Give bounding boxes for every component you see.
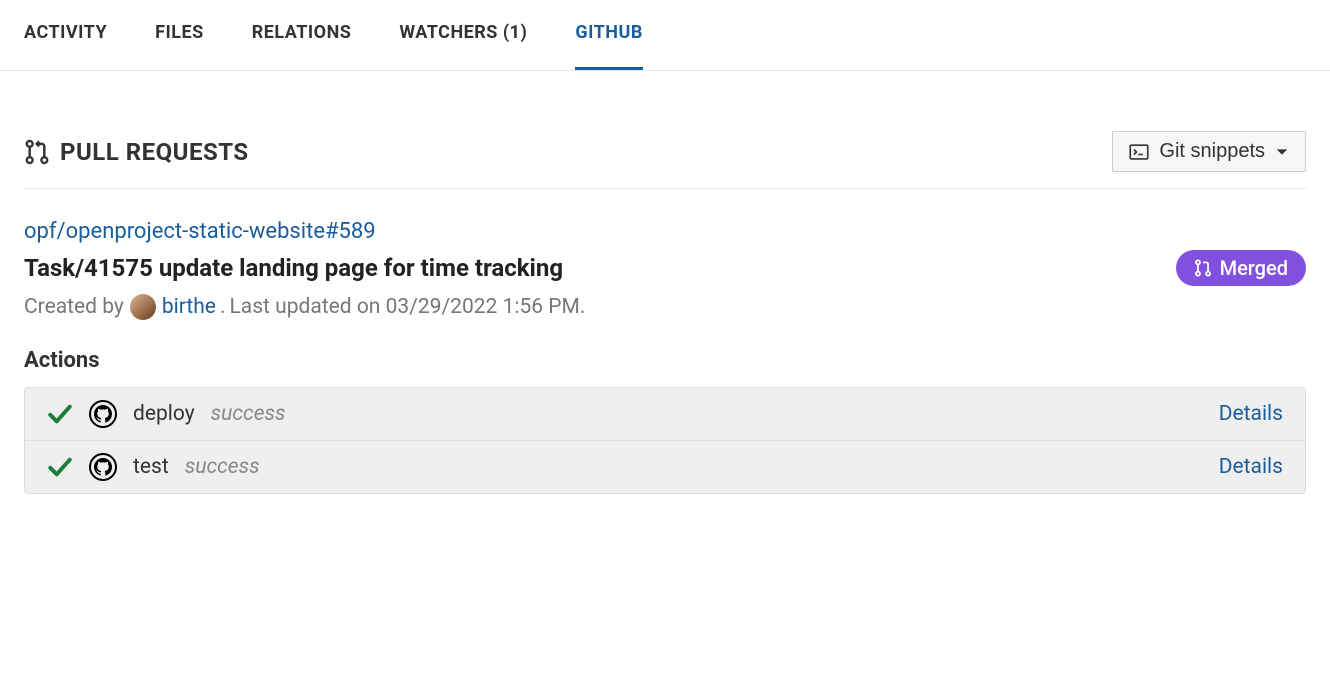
created-by-prefix: Created by (24, 295, 124, 319)
action-name: deploy (133, 402, 195, 426)
tab-activity[interactable]: ACTIVITY (24, 0, 107, 70)
action-details-link[interactable]: Details (1219, 402, 1283, 426)
pr-status-label: Merged (1220, 256, 1288, 280)
git-snippets-button[interactable]: Git snippets (1112, 131, 1306, 172)
check-icon (47, 454, 73, 480)
author-suffix: . (220, 295, 226, 319)
pull-request-block: opf/openproject-static-website#589 Task/… (24, 219, 1306, 494)
section-header: PULL REQUESTS Git snippets (24, 131, 1306, 189)
tab-watchers[interactable]: WATCHERS (1) (399, 0, 527, 70)
action-details-link[interactable]: Details (1219, 455, 1283, 479)
terminal-icon (1129, 142, 1149, 162)
pr-meta: Created by birthe. Last updated on 03/29… (24, 294, 1306, 320)
github-icon (89, 400, 117, 428)
pr-link[interactable]: opf/openproject-static-website#589 (24, 219, 376, 244)
action-status: success (211, 402, 286, 426)
avatar (130, 294, 156, 320)
pr-title: Task/41575 update landing page for time … (24, 254, 563, 282)
chevron-down-icon (1275, 145, 1289, 159)
pr-status-badge: Merged (1176, 250, 1306, 286)
pr-last-updated: Last updated on 03/29/2022 1:56 PM. (229, 295, 585, 319)
action-status: success (185, 455, 260, 479)
tab-github[interactable]: GITHUB (575, 0, 643, 70)
merge-icon (1194, 259, 1212, 277)
action-row: test success Details (25, 441, 1305, 493)
pr-author[interactable]: birthe (162, 295, 216, 319)
git-snippets-label: Git snippets (1159, 140, 1265, 163)
actions-list: deploy success Details test success Deta… (24, 387, 1306, 494)
github-icon (89, 453, 117, 481)
tab-files[interactable]: FILES (155, 0, 204, 70)
tabs-bar: ACTIVITY FILES RELATIONS WATCHERS (1) GI… (0, 0, 1330, 71)
section-title-text: PULL REQUESTS (60, 138, 249, 166)
tab-relations[interactable]: RELATIONS (252, 0, 352, 70)
action-name: test (133, 455, 169, 479)
check-icon (47, 401, 73, 427)
section-title: PULL REQUESTS (24, 138, 249, 166)
actions-heading: Actions (24, 348, 1306, 373)
pull-request-icon (24, 139, 50, 165)
action-row: deploy success Details (25, 388, 1305, 441)
